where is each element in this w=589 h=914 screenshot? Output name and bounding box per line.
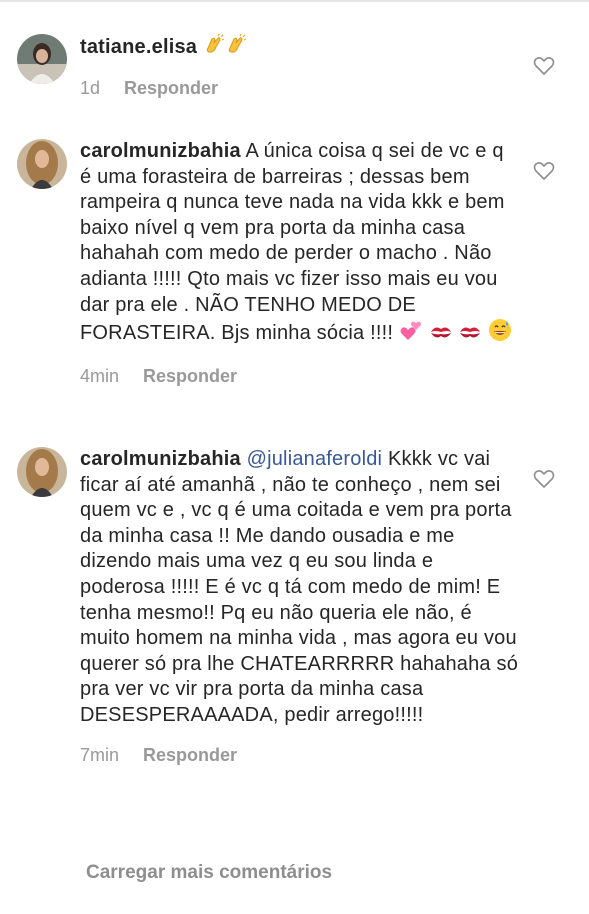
avatar[interactable] — [17, 34, 67, 84]
comment-time: 7min — [80, 744, 120, 765]
clapping-hands-icon — [225, 33, 247, 64]
grinning-sweat-icon — [488, 318, 512, 350]
comment-text: carolmunizbahia A única coisa q sei de v… — [80, 139, 520, 350]
comment-username[interactable]: tatiane.elisa — [80, 36, 197, 58]
comment-time: 1d — [80, 77, 101, 98]
clapping-hands-icon — [203, 33, 225, 64]
comment-body: Kkkk vc vai ficar aí até amanhã , não te… — [80, 448, 519, 726]
heart-icon[interactable] — [533, 56, 555, 76]
load-more-comments-button[interactable]: Carregar mais comentários — [86, 862, 332, 884]
comment-time: 4min — [80, 365, 120, 386]
reply-button[interactable]: Responder — [124, 78, 218, 99]
kiss-mark-icon — [458, 320, 482, 350]
heart-icon[interactable] — [533, 161, 555, 181]
comment-username[interactable]: carolmunizbahia — [80, 448, 241, 470]
reply-button[interactable]: Responder — [143, 745, 237, 766]
heart-icon[interactable] — [533, 469, 555, 489]
avatar[interactable] — [17, 139, 67, 189]
reply-button[interactable]: Responder — [143, 366, 237, 387]
two-hearts-icon — [399, 320, 423, 350]
top-divider — [0, 0, 589, 2]
comment-username[interactable]: carolmunizbahia — [80, 140, 241, 162]
comment-text: carolmunizbahia @julianaferoldi Kkkk vc … — [80, 447, 520, 729]
comment-body: A única coisa q sei de vc e q é uma fora… — [80, 140, 505, 345]
kiss-mark-icon — [429, 320, 453, 350]
avatar[interactable] — [17, 447, 67, 497]
comment-text: tatiane.elisa — [80, 33, 520, 64]
mention-link[interactable]: @julianaferoldi — [247, 448, 383, 470]
